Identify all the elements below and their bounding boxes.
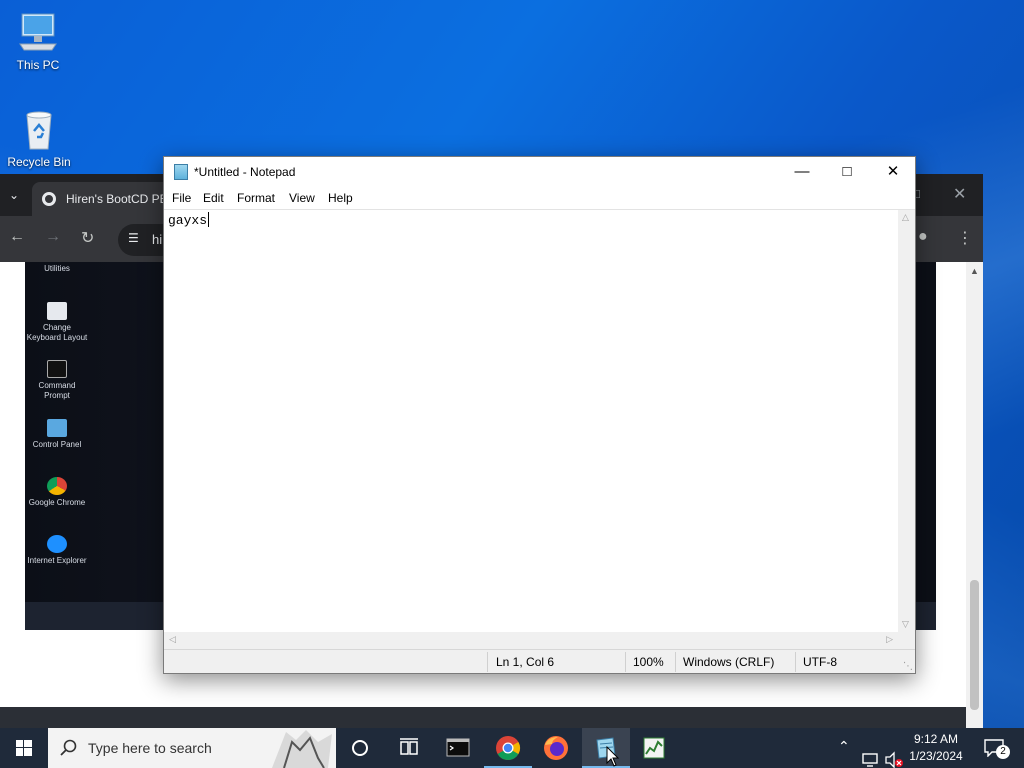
horizontal-scrollbar[interactable]: ◁ ▷ (164, 632, 898, 649)
taskbar-notepad[interactable] (582, 728, 630, 768)
reload-icon[interactable]: ↻ (81, 228, 94, 248)
menu-file[interactable]: File (172, 191, 191, 205)
scroll-thumb[interactable] (970, 580, 979, 710)
window-title: *Untitled - Notepad (194, 165, 296, 179)
status-separator (795, 652, 796, 672)
taskbar-search-box[interactable]: Type here to search (48, 728, 336, 768)
windows-logo-icon (16, 740, 32, 756)
favicon-icon (42, 192, 56, 206)
notepad-icon (174, 164, 188, 180)
forward-icon[interactable]: → (45, 228, 61, 246)
chrome-scrollbar[interactable]: ▲ (966, 262, 983, 729)
taskbar-task-manager[interactable] (630, 728, 678, 768)
recycle-bin-icon (17, 107, 61, 151)
chrome-tab-title: Hiren's BootCD PE (66, 192, 168, 206)
close-icon[interactable]: ✕ (953, 184, 966, 204)
control-panel-icon (47, 419, 67, 437)
clock-time: 9:12 AM (913, 732, 959, 746)
taskbar-firefox[interactable] (532, 728, 580, 768)
bootcd-item: Utilities (44, 264, 70, 273)
bootcd-item: Google Chrome (25, 477, 89, 508)
status-bar: Ln 1, Col 6 100% Windows (CRLF) UTF-8 ⋱ (164, 649, 915, 673)
status-separator (487, 652, 488, 672)
cortana-icon (352, 740, 368, 756)
search-placeholder: Type here to search (88, 740, 212, 756)
internet-explorer-icon (47, 535, 67, 553)
text-editor[interactable]: gayxs △ ▽ ◁ ▷ (164, 209, 915, 649)
keyboard-icon (47, 302, 67, 320)
show-hidden-icons-icon[interactable]: ⌃ (838, 738, 850, 768)
task-view-icon (400, 738, 418, 755)
menu-bar: File Edit Format View Help (164, 187, 915, 209)
bootcd-item: Change Keyboard Layout (25, 302, 89, 343)
chrome-icon (496, 736, 521, 761)
minimize-button[interactable]: — (779, 157, 825, 187)
scroll-right-icon[interactable]: ▷ (886, 634, 893, 645)
menu-help[interactable]: Help (328, 191, 353, 205)
taskbar-chrome[interactable] (484, 728, 532, 768)
volume-muted-icon[interactable] (884, 740, 904, 768)
status-separator (625, 652, 626, 672)
firefox-icon (544, 736, 568, 760)
text-caret (208, 212, 210, 227)
menu-edit[interactable]: Edit (203, 191, 224, 205)
editor-text: gayxs (168, 212, 210, 228)
title-bar[interactable]: *Untitled - Notepad — □ ✕ (164, 157, 915, 187)
command-prompt-icon (446, 738, 470, 757)
action-center-button[interactable]: 2 (976, 728, 1016, 768)
search-highlight-image (272, 730, 332, 768)
vertical-scrollbar[interactable]: △ ▽ (898, 210, 915, 632)
status-separator (675, 652, 676, 672)
mouse-cursor-icon (606, 746, 620, 767)
status-position: Ln 1, Col 6 (496, 655, 555, 669)
network-icon[interactable] (862, 740, 880, 768)
bootcd-item: Control Panel (25, 419, 89, 450)
taskbar-command-prompt[interactable] (434, 728, 482, 768)
desktop-icon-this-pc[interactable]: This PC (0, 10, 76, 72)
clock-date: 1/23/2024 (909, 749, 963, 763)
desktop-icon-label: Recycle Bin (7, 155, 71, 169)
resize-grip-icon[interactable]: ⋱ (903, 661, 913, 672)
status-line-ending: Windows (CRLF) (683, 655, 775, 669)
cortana-button[interactable] (336, 728, 384, 768)
scroll-up-icon[interactable]: ▲ (970, 266, 979, 276)
menu-icon[interactable]: ⋮ (957, 228, 973, 248)
taskbar: Type here to search ⌃ 9:12 AM 1/23/2024 … (0, 728, 1024, 768)
menu-view[interactable]: View (289, 191, 315, 205)
desktop-icon-label: This PC (16, 58, 60, 72)
tab-search-icon[interactable]: ⌄ (9, 188, 19, 202)
scroll-up-icon[interactable]: △ (902, 212, 909, 223)
site-settings-icon[interactable]: ☰ (128, 231, 139, 245)
scroll-down-icon[interactable]: ▽ (902, 619, 909, 630)
notepad-window[interactable]: *Untitled - Notepad — □ ✕ File Edit Form… (163, 156, 916, 674)
status-zoom: 100% (633, 655, 664, 669)
profile-icon[interactable]: ● (918, 228, 928, 246)
notification-count-badge: 2 (996, 745, 1010, 759)
start-button[interactable] (0, 728, 48, 768)
bootcd-item: Command Prompt (25, 360, 89, 401)
system-clock[interactable]: 9:12 AM 1/23/2024 (904, 731, 968, 765)
menu-format[interactable]: Format (237, 191, 275, 205)
scroll-left-icon[interactable]: ◁ (169, 634, 176, 645)
scrollbar-corner (898, 632, 915, 649)
desktop-icon-recycle-bin[interactable]: Recycle Bin (1, 107, 77, 169)
search-icon (60, 739, 77, 756)
back-icon[interactable]: ← (9, 228, 25, 246)
computer-icon (16, 10, 60, 54)
chrome-page-footer (0, 707, 966, 729)
address-text: hi (152, 232, 163, 247)
maximize-button[interactable]: □ (824, 157, 870, 187)
command-prompt-icon (47, 360, 67, 378)
task-view-button[interactable] (384, 728, 432, 768)
task-manager-icon (643, 737, 665, 759)
bootcd-item: Internet Explorer (25, 535, 89, 566)
close-button[interactable]: ✕ (870, 157, 916, 187)
status-encoding: UTF-8 (803, 655, 837, 669)
chrome-icon (47, 477, 67, 495)
